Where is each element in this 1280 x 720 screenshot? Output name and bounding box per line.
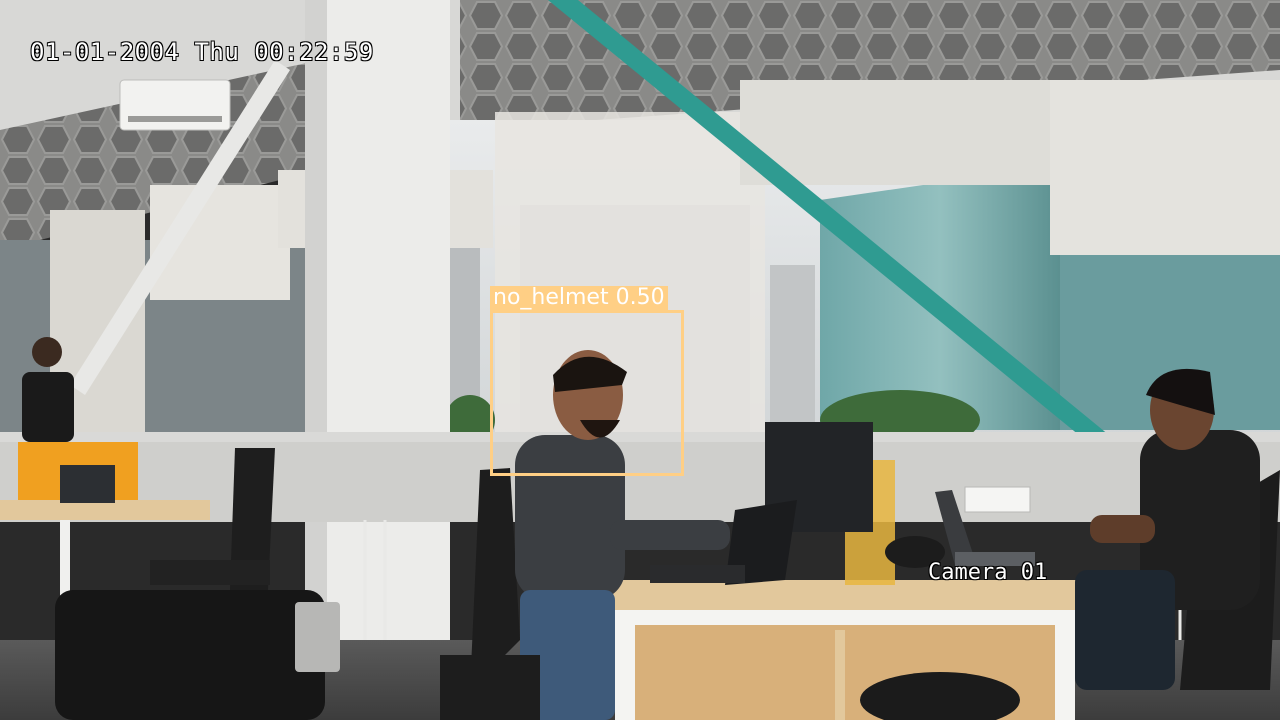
distant-tower-2 [770,265,815,425]
detection-label: no_helmet 0.50 [490,286,668,310]
osd-timestamp: 01-01-2004 Thu 00:22:59 [30,38,374,66]
left-laptop [60,465,115,503]
trash-bin [295,602,340,672]
bag-floor [440,655,540,720]
person-right-pants [1075,570,1175,690]
person-center-arm [610,520,730,550]
cctv-frame: 01-01-2004 Thu 00:22:59 Camera 01 no_hel… [0,0,1280,720]
roller-blind-right [1050,80,1280,255]
person-right-hands [1090,515,1155,543]
roller-blind-top [740,80,1065,185]
person-left-head [32,337,62,367]
osd-camera-name: Camera 01 [928,560,1048,585]
ac-unit [119,79,231,131]
person-left-body [22,372,74,442]
foreground-chair [55,590,325,720]
detection-bounding-box [490,310,684,476]
power-socket [964,486,1031,513]
distant-tower [450,225,480,415]
